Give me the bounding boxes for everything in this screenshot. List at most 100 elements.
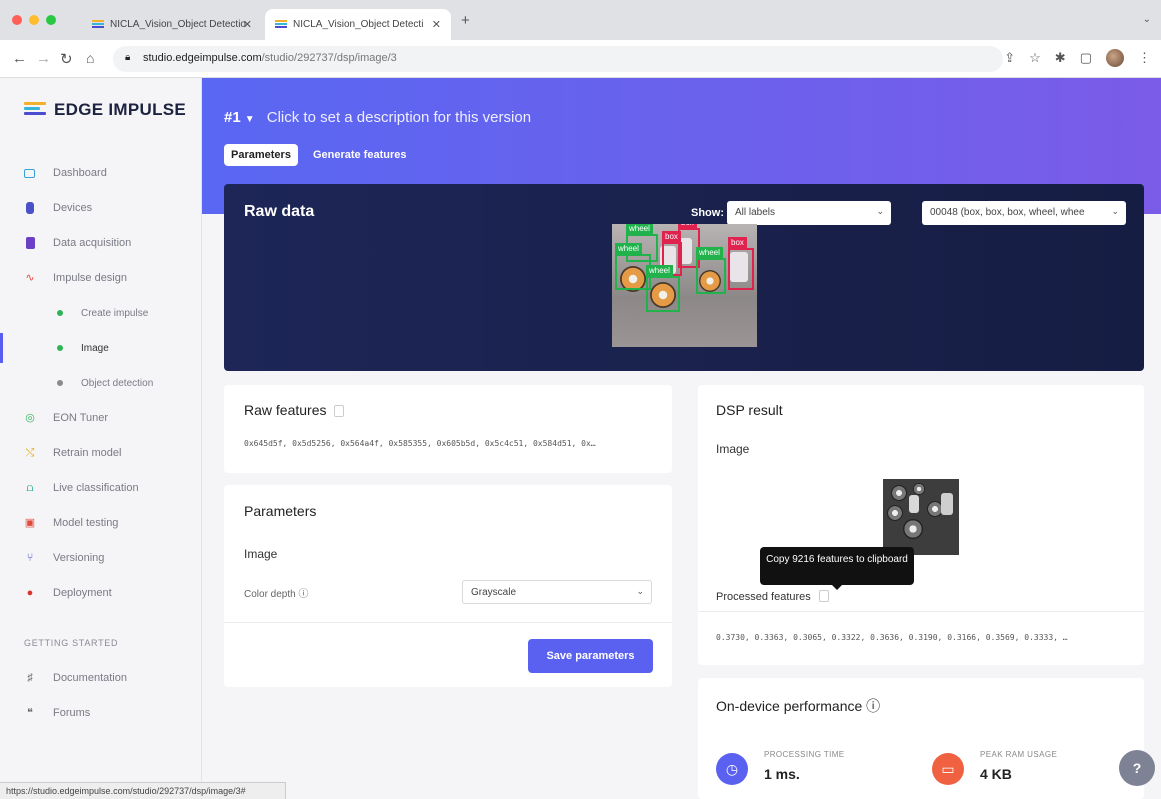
help-icon: ? <box>1132 760 1142 776</box>
browser-titlebar: NICLA_Vision_Object Detectio ✕ NICLA_Vis… <box>0 0 1161 40</box>
maximize-window-icon[interactable] <box>46 15 56 25</box>
sidebar-item-image[interactable]: Image <box>0 333 200 363</box>
sidebar-item-dashboard[interactable]: Dashboard <box>0 158 200 188</box>
processed-image <box>883 479 959 555</box>
monitor-icon <box>24 168 35 178</box>
pulse-icon: ∿ <box>25 272 35 284</box>
browser-navbar: ← → ↻ ⌂ 🔒︎ studio.edgeimpulse.com/studio… <box>0 40 1161 78</box>
branch-icon: ⑂ <box>26 552 34 564</box>
memory-icon: ▭ <box>932 753 964 785</box>
sidebar-item-create-impulse[interactable]: Create impulse <box>0 298 200 328</box>
save-parameters-button[interactable]: Save parameters <box>528 639 653 673</box>
sidebar-item-devices[interactable]: Devices <box>0 193 200 223</box>
sample-select[interactable]: 00048 (box, box, box, wheel, whee ⌄ <box>922 201 1126 225</box>
bounding-box-label: wheel <box>646 265 673 276</box>
wheel-object <box>887 505 903 521</box>
sidebar-item-object-detection[interactable]: Object detection <box>0 368 200 398</box>
reload-icon[interactable]: ↻ <box>60 50 73 68</box>
bounding-box-label: wheel <box>626 224 653 234</box>
sidebar-item-eon-tuner[interactable]: ◎ EON Tuner <box>0 403 200 433</box>
chevron-down-icon: ⌄ <box>636 586 644 596</box>
profile-avatar[interactable] <box>1106 49 1124 67</box>
sidebar-item-label: Dashboard <box>53 167 107 179</box>
label-filter-value: All labels <box>735 207 776 218</box>
chevron-down-icon[interactable]: ⌄ <box>1143 14 1151 25</box>
sidebar-item-data-acquisition[interactable]: Data acquisition <box>0 228 200 258</box>
sidebar-item-versioning[interactable]: ⑂ Versioning <box>0 543 200 573</box>
sidebar-item-label: Image <box>81 342 109 354</box>
live-icon: ⩍ <box>26 482 34 494</box>
new-tab-icon[interactable]: + <box>461 12 470 29</box>
bounding-box-label: wheel <box>696 247 723 258</box>
dot-icon <box>57 310 63 316</box>
dsp-result-title: DSP result <box>716 402 783 418</box>
extensions-icon[interactable]: ✱ <box>1055 50 1066 66</box>
wheel-object <box>903 519 923 539</box>
raw-features-values: 0x645d5f, 0x5d5256, 0x564a4f, 0x585355, … <box>244 439 596 448</box>
bounding-box-label: box <box>678 224 697 228</box>
sample-select-value: 00048 (box, box, box, wheel, whee <box>930 207 1085 218</box>
browser-menu-icon[interactable]: ⋮ <box>1138 50 1151 66</box>
version-description[interactable]: Click to set a description for this vers… <box>267 109 531 126</box>
sidebar-item-label: Create impulse <box>81 307 149 319</box>
browser-tab-1[interactable]: NICLA_Vision_Object Detectio ✕ <box>82 9 262 40</box>
logo[interactable]: EDGE IMPULSE <box>24 100 186 120</box>
browser-tab-2[interactable]: NICLA_Vision_Object Detecti ✕ <box>265 9 451 40</box>
edge-impulse-logo-icon <box>24 101 46 119</box>
retrain-icon: ⤭ <box>25 447 35 459</box>
bounding-box-label: box <box>728 237 747 248</box>
forward-icon[interactable]: → <box>36 50 51 67</box>
home-icon[interactable]: ⌂ <box>86 50 94 66</box>
copy-icon[interactable] <box>334 405 345 417</box>
sidebar-item-retrain-model[interactable]: ⤭ Retrain model <box>0 438 200 468</box>
address-bar[interactable]: 🔒︎ studio.edgeimpulse.com/studio/292737/… <box>113 46 1003 72</box>
sidebar-item-documentation[interactable]: ♯ Documentation <box>0 663 200 693</box>
bookmark-star-icon[interactable]: ☆ <box>1029 50 1041 66</box>
back-icon[interactable]: ← <box>12 50 27 67</box>
sidepanel-icon[interactable]: ▢ <box>1080 50 1092 66</box>
database-icon <box>26 237 35 249</box>
sidebar-item-label: Forums <box>53 707 91 719</box>
label-filter-select[interactable]: All labels ⌄ <box>727 201 891 225</box>
parameters-card: Parameters Image Color depth ⓘ Grayscale… <box>224 485 672 687</box>
lock-icon: 🔒︎ <box>125 52 131 63</box>
raw-features-title: Raw features <box>244 402 345 418</box>
status-bar-url: https://studio.edgeimpulse.com/studio/29… <box>0 782 286 799</box>
version-selector[interactable]: #1 ▼ Click to set a description for this … <box>224 109 531 126</box>
dsp-result-card: DSP result Image Processed features 0.37… <box>698 385 1144 665</box>
copy-icon[interactable] <box>818 590 829 602</box>
active-indicator <box>0 333 3 363</box>
share-icon[interactable]: ⇪ <box>1004 50 1015 66</box>
close-window-icon[interactable] <box>12 15 22 25</box>
peak-ram-value: 4 KB <box>980 766 1012 782</box>
version-number: #1 <box>224 109 241 126</box>
raw-data-title: Raw data <box>244 203 315 220</box>
minimize-window-icon[interactable] <box>29 15 39 25</box>
help-button[interactable]: ? <box>1119 750 1155 786</box>
sidebar-item-forums[interactable]: ❝ Forums <box>0 698 200 728</box>
sidebar-item-label: Model testing <box>53 517 119 529</box>
sidebar-item-live-classification[interactable]: ⩍ Live classification <box>0 473 200 503</box>
tab-generate-features[interactable]: Generate features <box>306 144 414 166</box>
color-depth-select[interactable]: Grayscale ⌄ <box>462 580 652 604</box>
tuner-icon: ◎ <box>25 412 35 424</box>
getting-started-title: GETTING STARTED <box>24 638 119 648</box>
performance-title: On-device performance ⓘ <box>716 698 881 714</box>
tab-parameters[interactable]: Parameters <box>224 144 298 166</box>
sidebar-item-label: Documentation <box>53 672 127 684</box>
processing-time-label: PROCESSING TIME <box>764 750 845 759</box>
tab-title: NICLA_Vision_Object Detectio <box>110 19 246 30</box>
close-tab-icon[interactable]: ✕ <box>243 18 252 31</box>
sidebar-item-model-testing[interactable]: ▣ Model testing <box>0 508 200 538</box>
url-host: studio.edgeimpulse.com <box>143 52 262 64</box>
raw-features-card: Raw features 0x645d5f, 0x5d5256, 0x564a4… <box>224 385 672 473</box>
sidebar-item-label: Data acquisition <box>53 237 132 249</box>
sidebar-item-deployment[interactable]: ● Deployment <box>0 578 200 608</box>
parameters-section-image: Image <box>244 547 278 561</box>
bounding-box: wheel <box>696 247 726 294</box>
divider <box>224 622 672 623</box>
device-icon <box>26 202 34 214</box>
sidebar-item-impulse-design[interactable]: ∿ Impulse design <box>0 263 200 293</box>
sidebar-item-label: Object detection <box>81 377 154 389</box>
close-tab-icon[interactable]: ✕ <box>432 18 441 31</box>
